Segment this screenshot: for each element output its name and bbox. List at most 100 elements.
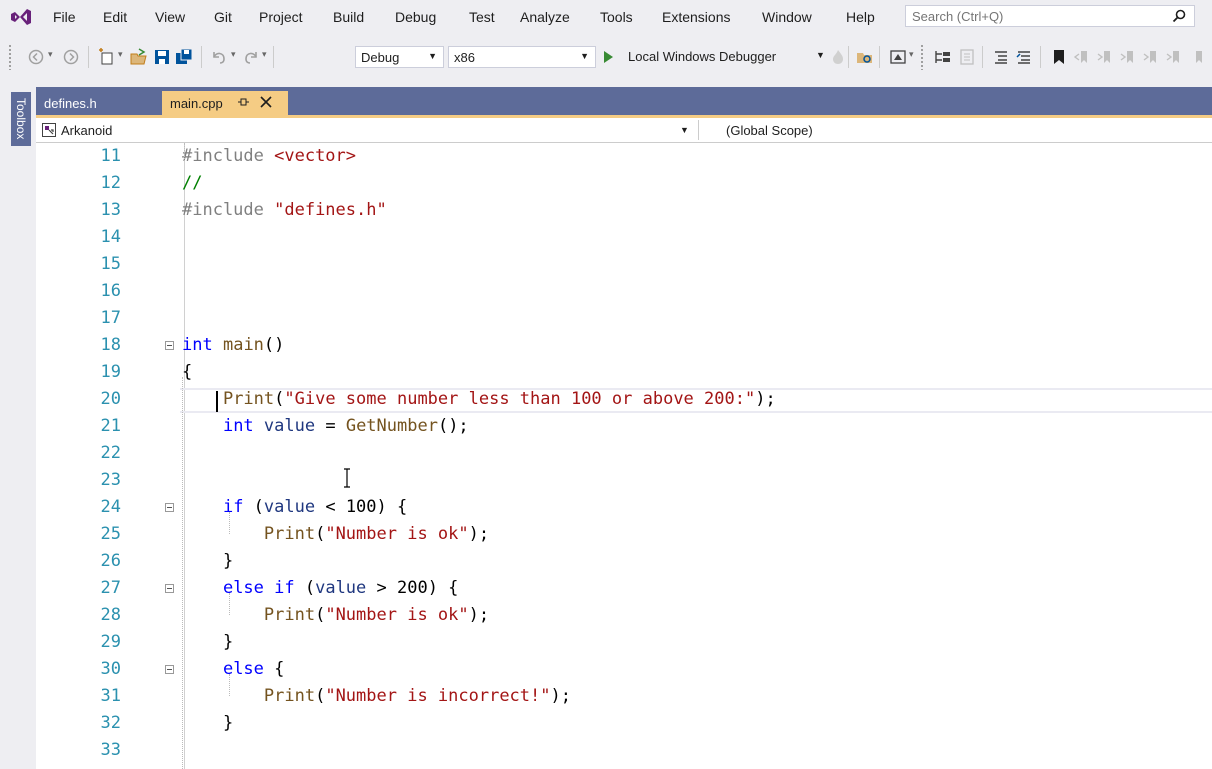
undo-dropdown-icon[interactable]: ▾: [231, 49, 236, 60]
open-file-icon[interactable]: [130, 48, 148, 66]
new-project-icon[interactable]: [98, 48, 116, 66]
code-line[interactable]: 22: [36, 440, 1212, 467]
code-line[interactable]: 24 if (value < 100) {: [36, 494, 1212, 521]
properties-icon[interactable]: [958, 48, 976, 66]
menu-extensions[interactable]: Extensions: [662, 9, 730, 25]
project-dropdown[interactable]: Arkanoid ▼: [36, 119, 698, 141]
menu-tools[interactable]: Tools: [600, 9, 633, 25]
standard-toolbar: ▾ ▾ ▾ ▾ Debug ▼ x86 ▼ Local Windows Debu…: [0, 38, 1212, 76]
search-input[interactable]: [912, 8, 1162, 24]
close-icon[interactable]: [260, 96, 272, 108]
code-token: (): [263, 335, 285, 355]
bookmark-icon[interactable]: [1050, 48, 1068, 66]
code-token: #include: [182, 200, 275, 220]
next-bookmark-in-folder-icon[interactable]: [1119, 48, 1137, 66]
code-line[interactable]: 18 int main(): [36, 332, 1212, 359]
code-line[interactable]: 26 }: [36, 548, 1212, 575]
code-line[interactable]: 16: [36, 278, 1212, 305]
save-all-icon[interactable]: [175, 48, 193, 66]
code-line[interactable]: 19 {: [36, 359, 1212, 386]
line-number: 31: [100, 686, 121, 706]
scope-dropdown[interactable]: (Global Scope): [726, 123, 813, 138]
code-line[interactable]: 14: [36, 224, 1212, 251]
indent-guide: [184, 143, 185, 161]
code-text: }: [182, 632, 233, 652]
code-line[interactable]: 20 Print("Give some number less than 100…: [36, 386, 1212, 413]
code-line[interactable]: 28 Print("Number is ok");: [36, 602, 1212, 629]
code-line[interactable]: 25 Print("Number is ok");: [36, 521, 1212, 548]
hot-reload-icon[interactable]: [829, 48, 847, 66]
search-icon[interactable]: [1172, 9, 1186, 23]
previous-bookmark-icon[interactable]: [1073, 48, 1091, 66]
menu-edit[interactable]: Edit: [103, 9, 127, 25]
menu-project[interactable]: Project: [259, 9, 303, 25]
clear-bookmarks-icon[interactable]: [1165, 48, 1183, 66]
line-number: 23: [100, 470, 121, 490]
code-line[interactable]: 13 #include "defines.h": [36, 197, 1212, 224]
find-in-files-icon[interactable]: [856, 48, 874, 66]
pin-icon[interactable]: [236, 95, 250, 109]
code-line[interactable]: 32 }: [36, 710, 1212, 737]
code-token: //: [182, 173, 203, 193]
code-line[interactable]: 33: [36, 737, 1212, 764]
solution-configuration-dropdown[interactable]: Debug ▼: [355, 46, 444, 68]
redo-dropdown-icon[interactable]: ▾: [262, 49, 267, 60]
solution-platform-dropdown[interactable]: x86 ▼: [448, 46, 596, 68]
visual-studio-logo-icon[interactable]: [10, 8, 32, 26]
menu-view[interactable]: View: [155, 9, 185, 25]
navbar-divider: [698, 120, 699, 140]
code-line[interactable]: 31 Print("Number is incorrect!");: [36, 683, 1212, 710]
search-box[interactable]: [905, 5, 1195, 27]
code-line[interactable]: 15: [36, 251, 1212, 278]
tab-main-cpp[interactable]: main.cpp: [162, 91, 288, 115]
code-token: else if: [222, 578, 295, 598]
toolbox-tab[interactable]: Toolbox: [11, 92, 31, 146]
collapse-block-icon[interactable]: [165, 341, 174, 350]
toolbar-grip[interactable]: [920, 44, 924, 70]
menu-git[interactable]: Git: [214, 9, 232, 25]
next-bookmark-in-document-icon[interactable]: [1142, 48, 1160, 66]
code-line[interactable]: 17: [36, 305, 1212, 332]
save-icon[interactable]: [153, 48, 171, 66]
code-line[interactable]: 27 else if (value > 200) {: [36, 575, 1212, 602]
next-bookmark-icon[interactable]: [1096, 48, 1114, 66]
code-line[interactable]: 12 //: [36, 170, 1212, 197]
code-line[interactable]: 29 }: [36, 629, 1212, 656]
menu-file[interactable]: File: [53, 9, 76, 25]
solution-explorer-icon[interactable]: [934, 48, 952, 66]
collapse-block-icon[interactable]: [165, 584, 174, 593]
code-editor[interactable]: 11 #include <vector> 12 // 13 #include "defin…: [36, 143, 1212, 769]
code-token: Print: [263, 686, 316, 706]
comment-out-lines-icon[interactable]: [992, 48, 1010, 66]
toolbar-grip[interactable]: [8, 44, 12, 70]
collapse-block-icon[interactable]: [165, 665, 174, 674]
uncomment-lines-icon[interactable]: [1015, 48, 1033, 66]
code-line[interactable]: 23: [36, 467, 1212, 494]
toggle-all-bookmarks-icon[interactable]: [1188, 48, 1206, 66]
collapse-block-icon[interactable]: [165, 503, 174, 512]
menu-window[interactable]: Window: [762, 9, 812, 25]
navigate-forward-icon[interactable]: [62, 48, 80, 66]
undo-icon[interactable]: [210, 48, 228, 66]
navigate-back-icon[interactable]: [27, 48, 45, 66]
menu-test[interactable]: Test: [469, 9, 495, 25]
code-line[interactable]: 11 #include <vector>: [36, 143, 1212, 170]
menu-help[interactable]: Help: [846, 9, 875, 25]
menu-build[interactable]: Build: [333, 9, 364, 25]
navigate-back-dropdown-icon[interactable]: ▾: [48, 49, 53, 60]
tab-defines-h[interactable]: defines.h: [36, 91, 160, 115]
menu-analyze[interactable]: Analyze: [520, 9, 570, 25]
redo-icon[interactable]: [242, 48, 260, 66]
code-line[interactable]: 30 else {: [36, 656, 1212, 683]
code-line[interactable]: 21 int value = GetNumber();: [36, 413, 1212, 440]
new-project-dropdown-icon[interactable]: ▾: [118, 49, 123, 60]
application-insights-icon[interactable]: [889, 48, 907, 66]
toolbar-separator: [1040, 46, 1041, 68]
code-token: "Number is incorrect!": [325, 686, 551, 706]
indent-guide: [229, 593, 230, 615]
chevron-down-icon[interactable]: ▼: [816, 50, 825, 60]
menu-debug[interactable]: Debug: [395, 9, 436, 25]
application-insights-dropdown-icon[interactable]: ▾: [909, 49, 914, 60]
